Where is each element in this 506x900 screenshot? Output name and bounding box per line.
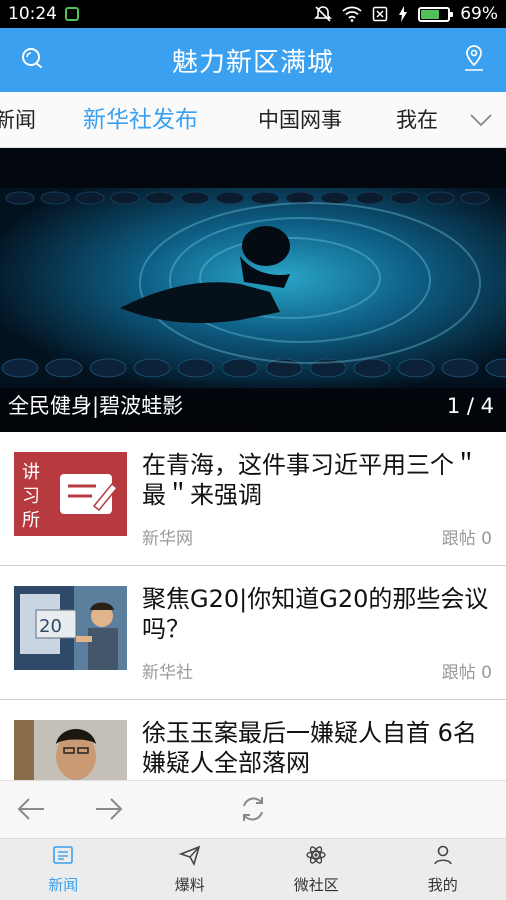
atom-icon [305, 844, 327, 870]
person-icon [432, 844, 454, 870]
no-sim-icon [372, 6, 388, 22]
tab-news[interactable]: 新闻 [0, 92, 36, 147]
charging-icon [398, 6, 408, 22]
app-title: 魅力新区满城 [171, 47, 334, 78]
nav-news-label: 新闻 [48, 876, 79, 894]
news-icon [52, 844, 74, 870]
news-item[interactable]: 20 聚焦G20|你知道G20的那些会议吗？ 新华社 跟帖 0 [0, 566, 506, 700]
app-bar: 魅力新区满城 [0, 28, 506, 92]
chat-bubble-icon [19, 45, 45, 75]
nav-profile-label: 我的 [427, 876, 458, 894]
svg-text:20: 20 [39, 616, 62, 637]
news-item[interactable]: 讲 习 所 在青海，这件事习近平用三个＂最＂来强调 新华网 跟帖 0 [0, 432, 506, 566]
status-time: 10:24 [8, 4, 57, 24]
nav-profile[interactable]: 我的 [380, 839, 506, 900]
featured-banner[interactable]: 全民健身|碧波蛙影 1 / 4 [0, 148, 506, 432]
banner-pager: 1 / 4 [446, 394, 494, 418]
svg-text:所: 所 [22, 510, 40, 531]
forward-arrow-icon [94, 797, 124, 825]
news-thumbnail-portrait [14, 720, 127, 780]
news-source: 新华社 [142, 663, 193, 683]
app-notification-icon [65, 7, 79, 21]
forward-button[interactable] [92, 795, 126, 827]
wifi-icon [342, 6, 362, 22]
refresh-button[interactable] [236, 795, 270, 827]
nav-tipoff[interactable]: 爆料 [127, 839, 254, 900]
tabs-more-button[interactable] [456, 92, 506, 147]
nav-micro-community[interactable]: 微社区 [253, 839, 380, 900]
news-thumbnail-jiangxisuo: 讲 习 所 [14, 452, 127, 536]
category-tabs: 新闻 新华社发布 中国网事 我在 [0, 92, 506, 148]
location-button[interactable] [456, 42, 492, 78]
tab-wozai[interactable]: 我在 [396, 92, 438, 147]
bottom-navigation: 新闻 爆料 微社区 我的 [0, 838, 506, 900]
battery-level [421, 9, 440, 19]
news-headline: 徐玉玉案最后一嫌疑人自首 6名嫌疑人全部落网 [142, 719, 477, 777]
news-item[interactable]: 徐玉玉案最后一嫌疑人自首 6名嫌疑人全部落网 [0, 700, 506, 780]
nav-micro-community-label: 微社区 [293, 876, 339, 894]
status-icons: 69% [314, 0, 498, 28]
battery-icon [418, 6, 454, 22]
news-source: 新华网 [142, 529, 193, 549]
browser-toolbar [0, 780, 506, 838]
chevron-down-icon [470, 111, 492, 130]
news-thumbnail-g20: 20 [14, 586, 127, 670]
tab-xinhua-release[interactable]: 新华社发布 [83, 92, 198, 147]
location-pin-icon [462, 44, 486, 76]
news-list: 讲 习 所 在青海，这件事习近平用三个＂最＂来强调 新华网 跟帖 0 20 聚焦… [0, 432, 506, 780]
svg-text:讲: 讲 [22, 462, 40, 483]
refresh-icon [238, 794, 268, 828]
chat-bubble-button[interactable] [14, 42, 50, 78]
battery-percent: 69% [460, 4, 498, 24]
back-button[interactable] [14, 795, 48, 827]
svg-text:习: 习 [22, 486, 40, 507]
news-reply-count: 跟帖 0 [441, 529, 492, 549]
tab-china-netcast[interactable]: 中国网事 [258, 92, 342, 147]
news-headline: 在青海，这件事习近平用三个＂最＂来强调 [142, 451, 478, 509]
paper-plane-icon [178, 844, 201, 870]
news-headline: 聚焦G20|你知道G20的那些会议吗？ [142, 585, 489, 643]
nav-tipoff-label: 爆料 [174, 876, 205, 894]
back-arrow-icon [16, 797, 46, 825]
banner-caption: 全民健身|碧波蛙影 [8, 394, 184, 418]
status-bar: 10:24 69% [0, 0, 506, 28]
news-reply-count: 跟帖 0 [441, 663, 492, 683]
nav-news[interactable]: 新闻 [0, 839, 127, 900]
notifications-muted-icon [314, 5, 333, 23]
